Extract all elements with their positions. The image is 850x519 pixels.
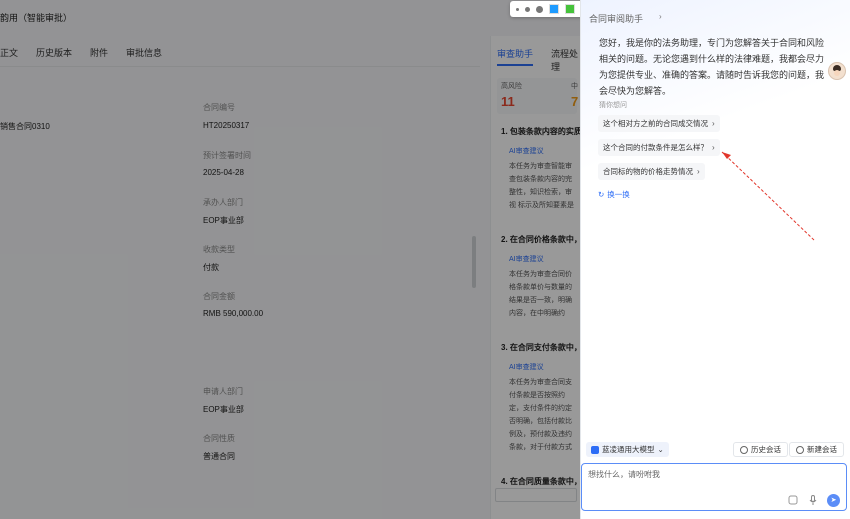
assistant-title: 合同审阅助手 bbox=[589, 14, 644, 24]
send-icon: ➤ bbox=[830, 497, 837, 504]
suggested-question-text: 这个相对方之前的合同成交情况 bbox=[603, 119, 708, 128]
assistant-avatar bbox=[828, 62, 846, 80]
refresh-label: 换一换 bbox=[607, 190, 630, 199]
history-chat-button[interactable]: 历史会话 bbox=[733, 442, 788, 457]
chat-input-box: ➤ bbox=[581, 463, 847, 511]
medium-dot-icon[interactable] bbox=[525, 6, 530, 12]
suggested-question-text: 合同标的物的价格走势情况 bbox=[603, 167, 693, 176]
refresh-icon: ↻ bbox=[598, 190, 605, 199]
model-name: 蓝凌通用大模型 bbox=[602, 445, 655, 454]
refresh-questions-button[interactable]: ↻ 换一换 bbox=[598, 189, 630, 200]
send-button[interactable]: ➤ bbox=[827, 494, 840, 507]
chevron-right-icon: › bbox=[697, 167, 700, 176]
suggested-questions-label: 猜你想问 bbox=[599, 102, 627, 109]
assistant-greeting: 您好，我是你的法务助理，专门为您解答关于合同和风险相关的问题。无论您遇到什么样的… bbox=[599, 38, 825, 96]
attachment-icon[interactable] bbox=[787, 494, 799, 506]
microphone-icon[interactable] bbox=[807, 494, 819, 506]
color-swatch-green[interactable] bbox=[565, 4, 575, 14]
new-chat-label: 新建会话 bbox=[807, 445, 837, 454]
history-chat-label: 历史会话 bbox=[751, 445, 781, 454]
model-selector[interactable]: 蓝凌通用大模型 ⌄ bbox=[586, 442, 669, 457]
chevron-down-icon: ⌄ bbox=[657, 445, 664, 454]
clock-icon bbox=[740, 445, 748, 454]
small-dot-icon[interactable] bbox=[516, 7, 519, 11]
new-chat-button[interactable]: 新建会话 bbox=[789, 442, 844, 457]
model-cube-icon bbox=[591, 445, 599, 454]
suggested-question-text: 这个合同的付款条件是怎么样？ bbox=[603, 143, 708, 152]
color-swatch-blue[interactable] bbox=[549, 4, 559, 14]
suggested-question[interactable]: 这个合同的付款条件是怎么样？ › bbox=[598, 139, 720, 156]
assistant-panel: 合同审阅助手 › 您好，我是你的法务助理，专门为您解答关于合同和风险相关的问题。… bbox=[580, 0, 850, 519]
modal-overlay[interactable] bbox=[0, 0, 580, 519]
large-dot-icon[interactable] bbox=[536, 5, 543, 13]
chat-input[interactable] bbox=[588, 470, 778, 479]
suggested-question[interactable]: 合同标的物的价格走势情况 › bbox=[598, 163, 705, 180]
plus-circle-icon bbox=[796, 445, 804, 454]
chevron-right-icon: › bbox=[712, 143, 715, 152]
chevron-right-icon: › bbox=[712, 119, 715, 128]
suggested-question[interactable]: 这个相对方之前的合同成交情况 › bbox=[598, 115, 720, 132]
chevron-down-icon[interactable]: › bbox=[659, 12, 662, 21]
